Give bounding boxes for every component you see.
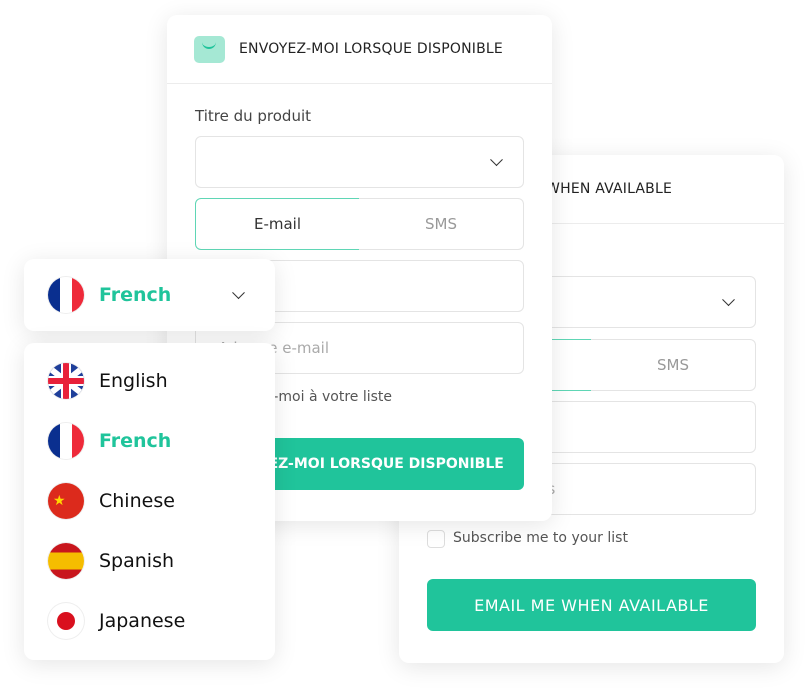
language-label: Spanish (99, 550, 175, 572)
language-option-french[interactable]: French (24, 411, 275, 471)
submit-button[interactable]: EMAIL ME WHEN AVAILABLE (427, 579, 756, 631)
japan-flag-icon (48, 603, 84, 639)
tab-email[interactable]: E-mail (195, 198, 360, 250)
language-select[interactable]: French (24, 259, 275, 331)
mail-icon (194, 35, 225, 63)
language-label: French (99, 430, 172, 452)
france-flag-icon (48, 423, 84, 459)
chevron-down-icon (490, 153, 503, 167)
product-select[interactable] (195, 136, 524, 188)
form-header: ENVOYEZ-MOI LORSQUE DISPONIBLE (167, 15, 552, 84)
france-flag-icon (48, 277, 84, 313)
subscribe-checkbox[interactable] (427, 530, 445, 548)
china-flag-icon: ★ (48, 483, 84, 519)
language-option-english[interactable]: English (24, 351, 275, 411)
selected-language: French (99, 284, 172, 306)
language-option-spanish[interactable]: Spanish (24, 531, 275, 591)
tab-sms[interactable]: SMS (359, 198, 524, 250)
language-label: Japanese (99, 610, 186, 632)
product-label: Titre du produit (195, 107, 311, 125)
language-label: Chinese (99, 490, 175, 512)
language-label: English (99, 370, 168, 392)
language-option-chinese[interactable]: ★ Chinese (24, 471, 275, 531)
tab-sms[interactable]: SMS (591, 339, 756, 391)
chevron-down-icon (232, 286, 245, 300)
chevron-down-icon (722, 293, 735, 307)
subscribe-label: Subscribe me to your list (453, 530, 628, 546)
form-title: ENVOYEZ-MOI LORSQUE DISPONIBLE (239, 41, 503, 57)
uk-flag-icon (48, 363, 84, 399)
spain-flag-icon (48, 543, 84, 579)
language-option-japanese[interactable]: Japanese (24, 591, 275, 651)
